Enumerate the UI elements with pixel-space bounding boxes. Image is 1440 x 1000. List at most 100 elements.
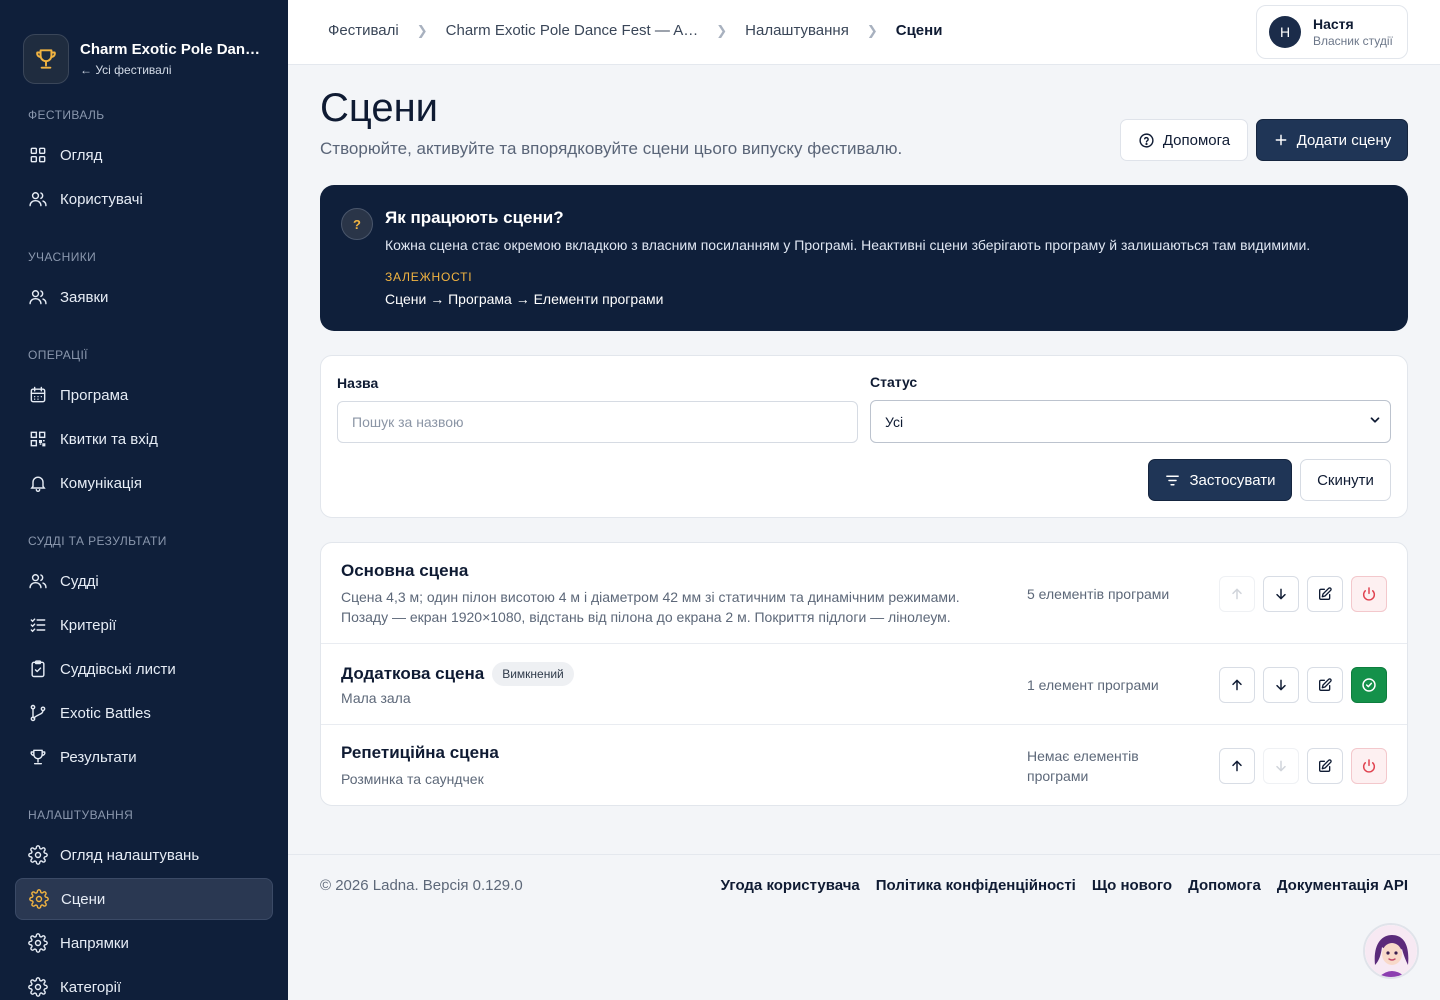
arrow-down-icon: [1273, 758, 1289, 774]
chevron-right-icon: ❯: [866, 22, 878, 38]
move-up-button[interactable]: [1219, 747, 1255, 784]
activate-stage-button[interactable]: [1351, 666, 1387, 703]
page-title: Сцени: [320, 86, 439, 130]
move-down-button[interactable]: [1263, 575, 1299, 612]
stage-program-count: 5 елементів програми: [1027, 585, 1170, 602]
footer-link[interactable]: Допомога: [1188, 877, 1261, 894]
move-down-button[interactable]: [1263, 666, 1299, 703]
chat-assistant-avatar[interactable]: [1363, 923, 1419, 979]
add-stage-button[interactable]: Додати сцену: [1256, 119, 1408, 161]
edit-stage-button[interactable]: [1307, 747, 1343, 784]
help-button[interactable]: Допомога: [1120, 119, 1248, 161]
chevron-right-icon: ❯: [416, 22, 428, 38]
edit-stage-button[interactable]: [1307, 666, 1343, 703]
breadcrumb-festivals[interactable]: Фестивалі: [328, 22, 399, 39]
edit-stage-button[interactable]: [1307, 575, 1343, 612]
festival-name: Charm Exotic Pole Dance Fest — A…: [80, 41, 265, 58]
deactivate-stage-button[interactable]: [1351, 575, 1387, 612]
sidebar-item[interactable]: Суддівські листи: [15, 648, 273, 690]
breadcrumb-festival[interactable]: Charm Exotic Pole Dance Fest — A…: [446, 22, 699, 39]
edit-icon: [1317, 677, 1333, 693]
nav-section-title: Фестиваль: [28, 108, 105, 122]
apply-filters-button[interactable]: Застосувати: [1148, 459, 1292, 501]
qr-icon: [27, 428, 49, 450]
nav-section-title: Налаштування: [28, 808, 134, 822]
sidebar-item-label: Результати: [60, 748, 137, 766]
clipboard-check-icon: [27, 658, 49, 680]
reset-filters-button[interactable]: Скинути: [1300, 459, 1391, 501]
arrow-up-icon: [1229, 758, 1245, 774]
stage-title: Додаткова сцена Вимкнений: [341, 662, 574, 686]
help-button-label: Допомога: [1162, 131, 1231, 149]
user-name: Настя: [1313, 16, 1354, 32]
move-up-button[interactable]: [1219, 666, 1255, 703]
copyright: © 2026 Ladna. Версія 0.129.0: [320, 877, 523, 894]
footer-link[interactable]: Що нового: [1092, 877, 1172, 894]
move-down-button[interactable]: [1263, 747, 1299, 784]
sidebar-item-label: Критерії: [60, 616, 117, 634]
sidebar-item[interactable]: Сцени: [15, 878, 273, 920]
name-search-input[interactable]: [337, 401, 858, 443]
stage-description: Розминка та саундчек: [341, 771, 484, 787]
sidebar: Charm Exotic Pole Dance Fest — A… ← Усі …: [0, 0, 288, 1000]
footer-link[interactable]: Політика конфіденційності: [876, 877, 1076, 894]
sidebar-item-label: Квитки та вхід: [60, 430, 158, 448]
sidebar-item[interactable]: Судді: [15, 560, 273, 602]
sidebar-item-label: Сцени: [61, 890, 106, 908]
question-icon: ?: [341, 208, 373, 240]
grid-icon: [27, 144, 49, 166]
sidebar-item-label: Огляд налаштувань: [60, 846, 200, 864]
plus-icon: [1273, 132, 1289, 148]
footer-link[interactable]: Документація API: [1277, 877, 1408, 894]
help-circle-icon: [1138, 132, 1155, 149]
stage-description: Сцена 4,3 м; один пілон висотою 4 м і ді…: [341, 589, 960, 625]
edit-icon: [1317, 758, 1333, 774]
sidebar-item[interactable]: Заявки: [15, 276, 273, 318]
sidebar-item[interactable]: Огляд налаштувань: [15, 834, 273, 876]
sidebar-item[interactable]: Категорії: [15, 966, 273, 1000]
footer: © 2026 Ladna. Версія 0.129.0 Угода корис…: [288, 854, 1440, 1000]
sidebar-item[interactable]: Огляд: [15, 134, 273, 176]
dependencies-label: ЗАЛЕЖНОСТІ: [385, 270, 473, 284]
bell-icon: [27, 472, 49, 494]
info-title: Як працюють сцени?: [385, 208, 564, 227]
sidebar-item[interactable]: Програма: [15, 374, 273, 416]
sidebar-item[interactable]: Критерії: [15, 604, 273, 646]
breadcrumb-settings[interactable]: Налаштування: [745, 22, 849, 39]
stage-name: Репетиційна сцена: [341, 743, 499, 762]
move-up-button[interactable]: [1219, 575, 1255, 612]
stage-program-count: 1 елемент програми: [1027, 676, 1159, 693]
add-stage-label: Додати сцену: [1296, 131, 1392, 149]
power-icon: [1361, 758, 1377, 774]
sidebar-item[interactable]: Exotic Battles: [15, 692, 273, 734]
page-subtitle: Створюйте, активуйте та впорядковуйте сц…: [320, 139, 903, 158]
apply-filters-label: Застосувати: [1189, 471, 1276, 489]
edit-icon: [1317, 586, 1333, 602]
arrow-down-icon: [1273, 586, 1289, 602]
stage-actions: [1219, 747, 1395, 784]
sidebar-item[interactable]: Користувачі: [15, 178, 273, 220]
check-circle-icon: [1361, 677, 1377, 693]
all-festivals-link[interactable]: ← Усі фестивалі: [80, 63, 265, 77]
users-icon: [27, 286, 49, 308]
sidebar-item[interactable]: Комунікація: [15, 462, 273, 504]
info-text: Кожна сцена стає окремою вкладкою з влас…: [385, 237, 1311, 253]
checklist-icon: [27, 614, 49, 636]
sidebar-nav: Фестиваль Огляд Користувачі Учасники Зая…: [0, 96, 288, 1000]
sidebar-item-label: Категорії: [60, 978, 122, 996]
power-icon: [1361, 586, 1377, 602]
deactivate-stage-button[interactable]: [1351, 747, 1387, 784]
status-select[interactable]: Усі: [870, 400, 1391, 443]
user-menu[interactable]: Н Настя Власник студії: [1256, 5, 1408, 59]
trophy-icon[interactable]: [23, 34, 69, 84]
sidebar-item[interactable]: Напрямки: [15, 922, 273, 964]
sidebar-item[interactable]: Результати: [15, 736, 273, 778]
chevron-down-icon: [1368, 413, 1382, 430]
stage-program-count: Немає елементів програми: [1027, 748, 1139, 784]
status-select-value: Усі: [885, 413, 904, 430]
assistant-avatar-icon: [1365, 925, 1417, 977]
sidebar-item-label: Exotic Battles: [60, 704, 151, 722]
footer-link[interactable]: Угода користувача: [721, 877, 860, 894]
info-card: ? Як працюють сцени? Кожна сцена стає ок…: [320, 185, 1408, 331]
sidebar-item[interactable]: Квитки та вхід: [15, 418, 273, 460]
